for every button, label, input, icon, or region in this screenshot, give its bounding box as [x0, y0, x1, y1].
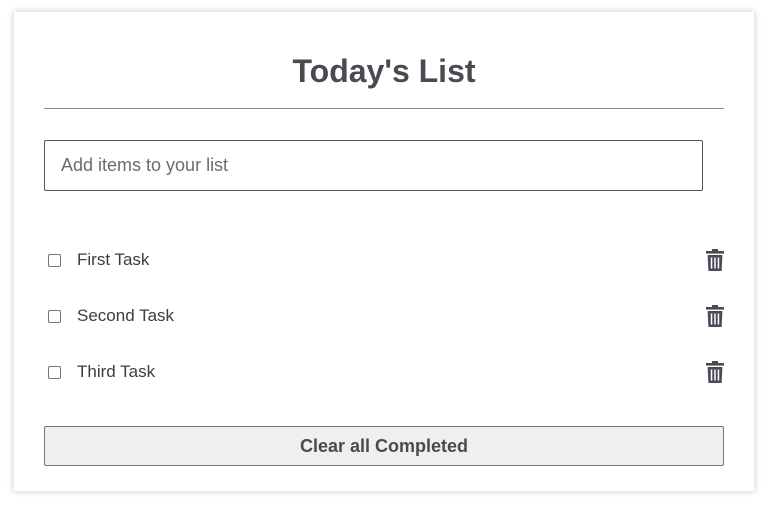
title-divider — [44, 108, 724, 109]
task-label: First Task — [77, 250, 150, 269]
trash-icon[interactable] — [706, 361, 724, 383]
trash-icon[interactable] — [706, 305, 724, 327]
task-item: Second Task — [44, 288, 724, 344]
task-checkbox[interactable] — [48, 253, 61, 267]
task-checkbox[interactable] — [48, 309, 61, 323]
add-item-input[interactable] — [44, 140, 703, 191]
task-checkbox[interactable] — [48, 365, 61, 379]
trash-icon[interactable] — [706, 249, 724, 271]
task-label: Third Task — [77, 362, 156, 381]
task-item: First Task — [44, 232, 724, 288]
todo-card: Today's List First Task Second Task — [14, 12, 754, 491]
task-item: Third Task — [44, 344, 724, 400]
clear-completed-button[interactable]: Clear all Completed — [44, 426, 724, 466]
task-label: Second Task — [77, 306, 175, 325]
task-list: First Task Second Task Third Task — [44, 232, 724, 400]
page-title: Today's List — [292, 53, 476, 89]
